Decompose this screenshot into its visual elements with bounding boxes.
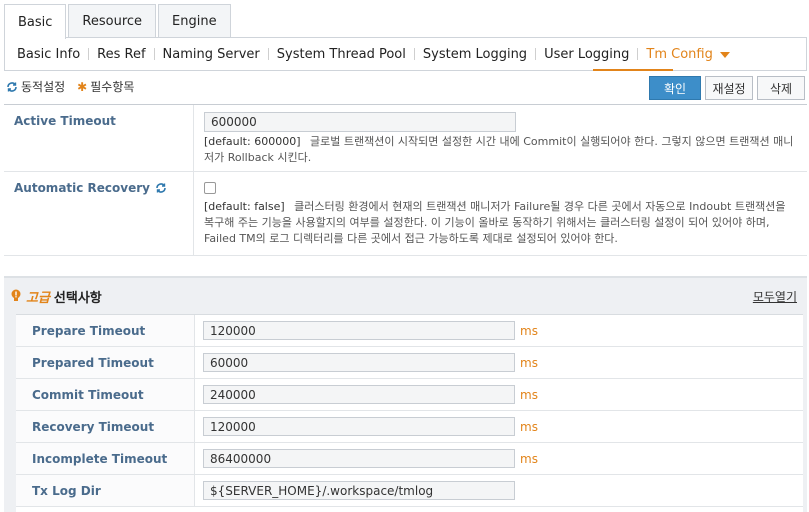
unit-label: ms: [520, 419, 538, 434]
legend-required: ✱ 필수항목: [77, 78, 134, 95]
tx-log-dir-row: Tx Log Dir ${SERVER_HOME}/.workspace/tml…: [16, 475, 803, 507]
automatic-recovery-row: Automatic Recovery [default: false] 클러스터…: [4, 172, 807, 256]
automatic-recovery-value-cell: [default: false] 클러스터링 환경에서 현재의 트랜잭션 매니저…: [193, 172, 807, 255]
advanced-body: Prepare Timeout 120000 ms Prepared Timeo…: [16, 314, 803, 512]
expand-all-link[interactable]: 모두열기: [753, 288, 797, 305]
advanced-title: 선택사항: [53, 290, 102, 306]
active-subtab-underline: [593, 69, 673, 71]
prepare-timeout-input[interactable]: 120000: [203, 321, 515, 340]
recovery-timeout-label: Recovery Timeout: [16, 411, 194, 442]
unit-label: ms: [520, 451, 538, 466]
automatic-recovery-default: [default: false]: [204, 200, 285, 213]
commit-timeout-row: Commit Timeout 240000 ms: [16, 379, 803, 411]
asterisk-icon: ✱: [77, 79, 88, 94]
active-timeout-label: Active Timeout: [14, 114, 116, 128]
automatic-recovery-desc-text: 클러스터링 환경에서 현재의 트랜잭션 매니저가 Failure될 경우 다른 …: [204, 200, 786, 245]
automatic-recovery-description: [default: false] 클러스터링 환경에서 현재의 트랜잭션 매니저…: [204, 199, 799, 247]
tx-log-dir-input[interactable]: ${SERVER_HOME}/.workspace/tmlog: [203, 481, 515, 500]
prepared-timeout-label: Prepared Timeout: [16, 347, 194, 378]
active-timeout-input[interactable]: 600000: [204, 112, 516, 132]
prepare-timeout-row: Prepare Timeout 120000 ms: [16, 315, 803, 347]
subtab-basic-info[interactable]: Basic Info: [9, 47, 88, 62]
legend: 동적설정 ✱ 필수항목: [6, 78, 146, 95]
tab-basic[interactable]: Basic: [4, 4, 67, 39]
subtab-system-logging[interactable]: System Logging: [415, 47, 535, 62]
legend-dynamic: 동적설정: [6, 78, 65, 95]
commit-timeout-input[interactable]: 240000: [203, 385, 515, 404]
legend-dynamic-label: 동적설정: [21, 80, 66, 94]
unit-label: ms: [520, 355, 538, 370]
automatic-recovery-label: Automatic Recovery: [4, 172, 193, 255]
incomplete-timeout-value-cell: 86400000 ms: [194, 443, 803, 474]
reset-button[interactable]: 재설정: [705, 76, 753, 100]
prepare-timeout-value-cell: 120000 ms: [194, 315, 803, 346]
delete-button[interactable]: 삭제: [757, 76, 805, 100]
top-tab-bar: Basic Resource Engine: [4, 4, 233, 39]
active-timeout-description: [default: 600000] 글로벌 트랜잭션이 시작되면 설정한 시간 …: [204, 134, 799, 166]
active-timeout-value-cell: 600000 [default: 600000] 글로벌 트랜잭션이 시작되면 …: [193, 105, 807, 171]
tab-resource[interactable]: Resource: [68, 4, 157, 38]
recovery-timeout-input[interactable]: 120000: [203, 417, 515, 436]
subtab-tm-config[interactable]: Tm Config: [638, 47, 737, 62]
advanced-section: 고급 선택사항 모두열기 Prepare Timeout 120000 ms P…: [4, 276, 807, 512]
subtab-system-thread-pool[interactable]: System Thread Pool: [269, 47, 414, 62]
unit-label: ms: [520, 323, 538, 338]
commit-timeout-label: Commit Timeout: [16, 379, 194, 410]
confirm-button[interactable]: 확인: [649, 76, 701, 100]
refresh-icon: [156, 183, 166, 193]
prepared-timeout-row: Prepared Timeout 60000 ms: [16, 347, 803, 379]
sub-tab-bar: Basic Info Res Ref Naming Server System …: [4, 37, 807, 71]
active-timeout-row: Active Timeout 600000 [default: 600000] …: [4, 105, 807, 172]
active-timeout-default: [default: 600000]: [204, 135, 301, 148]
recovery-timeout-value-cell: 120000 ms: [194, 411, 803, 442]
incomplete-timeout-input[interactable]: 86400000: [203, 449, 515, 468]
chevron-down-icon: [719, 52, 730, 58]
advanced-header: 고급 선택사항 모두열기: [4, 278, 807, 314]
subtab-tm-config-label: Tm Config: [646, 46, 713, 62]
recovery-timeout-row: Recovery Timeout 120000 ms: [16, 411, 803, 443]
unit-label: ms: [520, 387, 538, 402]
action-buttons: 확인 재설정 삭제: [645, 76, 805, 100]
advanced-title-em: 고급: [26, 290, 50, 306]
prepared-timeout-input[interactable]: 60000: [203, 353, 515, 372]
lightbulb-icon: [11, 289, 21, 301]
subtab-user-logging[interactable]: User Logging: [536, 47, 637, 62]
commit-timeout-value-cell: 240000 ms: [194, 379, 803, 410]
subtab-naming-server[interactable]: Naming Server: [155, 47, 268, 62]
incomplete-timeout-row: Incomplete Timeout 86400000 ms: [16, 443, 803, 475]
refresh-icon: [7, 81, 17, 92]
tx-log-dir-label: Tx Log Dir: [16, 475, 194, 506]
subtab-res-ref[interactable]: Res Ref: [89, 47, 153, 62]
prepare-timeout-label: Prepare Timeout: [16, 315, 194, 346]
tx-log-dir-value-cell: ${SERVER_HOME}/.workspace/tmlog: [194, 475, 803, 506]
automatic-recovery-checkbox[interactable]: [204, 182, 216, 194]
tab-engine[interactable]: Engine: [158, 4, 231, 38]
legend-required-label: 필수항목: [90, 80, 135, 94]
incomplete-timeout-label: Incomplete Timeout: [16, 443, 194, 474]
prepared-timeout-value-cell: 60000 ms: [194, 347, 803, 378]
